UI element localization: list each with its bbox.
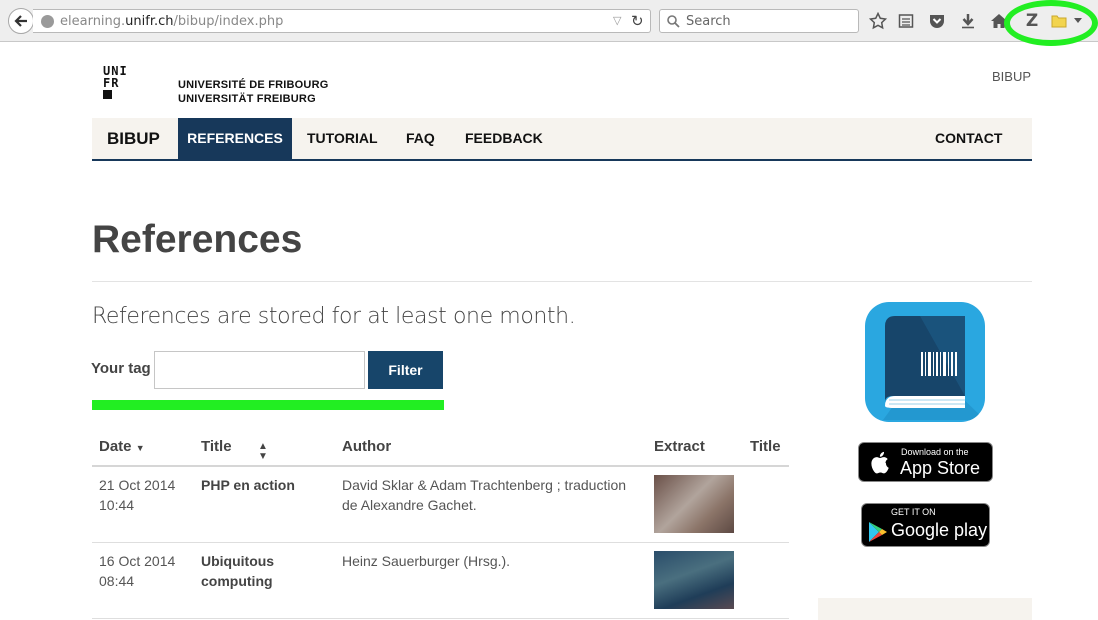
apple-icon — [871, 451, 889, 474]
app-store-big-text: App Store — [900, 458, 981, 478]
row1-title[interactable]: PHP en action — [201, 475, 295, 495]
row2-extract-thumbnail[interactable] — [654, 551, 734, 609]
logo-line-2: FR — [103, 76, 120, 90]
row1-extract-thumbnail[interactable] — [654, 475, 734, 533]
reading-list-icon[interactable] — [896, 11, 916, 31]
google-play-icon — [869, 522, 887, 542]
row1-author: David Sklar & Adam Trachtenberg ; traduc… — [342, 475, 626, 515]
nav-item-references[interactable]: REFERENCES — [178, 118, 292, 159]
google-play-badge[interactable]: GET IT ON Google play — [861, 503, 990, 547]
reload-icon[interactable]: ↻ — [631, 12, 644, 30]
row2-title[interactable]: Ubiquitous computing — [201, 551, 274, 591]
row2-title-line-1: Ubiquitous — [201, 553, 275, 569]
bibup-top-link[interactable]: BIBUP — [992, 69, 1031, 84]
globe-icon — [41, 15, 54, 28]
unifr-logo[interactable]: UNI FR — [103, 65, 128, 99]
bookmark-star-icon[interactable] — [868, 11, 888, 31]
university-name: UNIVERSITÉ DE FRIBOURG UNIVERSITÄT FREIB… — [178, 78, 328, 106]
url-path: /bibup/index.php — [173, 14, 284, 29]
browser-toolbar: elearning.unifr.ch/bibup/index.php ▽ ↻ S… — [0, 0, 1098, 46]
col-header-title[interactable]: Title — [201, 438, 232, 455]
back-arrow-icon — [14, 15, 27, 27]
col-header-date-label: Date — [99, 438, 132, 455]
university-line-1: UNIVERSITÉ DE FRIBOURG — [178, 79, 329, 91]
row1-author-line-2: de Alexandre Gachet. — [342, 497, 477, 513]
main-nav: BIBUP REFERENCES TUTORIAL FAQ FEEDBACK C… — [92, 118, 1032, 161]
university-line-2: UNIVERSITÄT FREIBURG — [178, 93, 316, 105]
filter-button[interactable]: Filter — [368, 351, 443, 389]
highlight-bar — [92, 400, 444, 410]
nav-item-tutorial[interactable]: TUTORIAL — [307, 118, 378, 159]
nav-item-faq[interactable]: FAQ — [406, 118, 435, 159]
row1-date-time: 10:44 — [99, 497, 135, 513]
row-divider — [92, 542, 789, 543]
col-header-author[interactable]: Author — [342, 438, 391, 455]
row2-date: 16 Oct 2014 08:44 — [99, 551, 175, 591]
col-header-extract[interactable]: Extract — [654, 438, 705, 455]
row1-date: 21 Oct 2014 10:44 — [99, 475, 175, 515]
url-bar[interactable]: elearning.unifr.ch/bibup/index.php ▽ ↻ — [33, 9, 651, 33]
history-dropdown-icon[interactable]: ▽ — [613, 14, 621, 27]
nav-item-feedback[interactable]: FEEDBACK — [465, 118, 543, 159]
url-host: unifr.ch — [125, 14, 174, 29]
table-header-divider — [92, 465, 789, 467]
google-play-small-text: GET IT ON — [891, 507, 936, 517]
row2-author: Heinz Sauerburger (Hrsg.). — [342, 553, 511, 569]
intro-text: References are stored for at least one m… — [92, 304, 576, 329]
url-text: elearning.unifr.ch/bibup/index.php — [60, 14, 283, 29]
google-play-big-text: Google play — [891, 520, 988, 540]
col-header-title-2[interactable]: Title — [750, 438, 781, 455]
back-button[interactable] — [8, 8, 34, 34]
download-icon[interactable] — [958, 11, 978, 31]
highlight-ring — [1004, 0, 1098, 46]
app-store-small-text: Download on the — [901, 447, 969, 457]
row-divider — [92, 618, 789, 619]
col-header-date[interactable]: Date ▼ — [99, 438, 145, 455]
nav-item-contact[interactable]: CONTACT — [935, 118, 1002, 159]
row1-author-line-1: David Sklar & Adam Trachtenberg ; traduc… — [342, 477, 627, 493]
search-bar[interactable]: Search — [659, 9, 859, 33]
tag-label: Your tag — [91, 360, 151, 377]
row2-title-line-2: computing — [201, 573, 273, 589]
pocket-icon[interactable] — [927, 11, 947, 31]
row1-date-day: 21 Oct 2014 — [99, 477, 176, 493]
app-store-badge[interactable]: Download on the App Store — [858, 442, 993, 482]
url-prefix: elearning. — [60, 14, 126, 29]
sort-both-icon[interactable]: ▲ ▼ — [258, 442, 268, 462]
search-placeholder: Search — [686, 14, 731, 29]
bibup-app-icon[interactable] — [865, 302, 985, 422]
row2-date-day: 16 Oct 2014 — [99, 553, 176, 569]
nav-brand[interactable]: BIBUP — [107, 118, 160, 159]
logo-square — [103, 90, 112, 99]
sort-down-icon: ▼ — [135, 443, 145, 453]
sidebar-panel — [818, 598, 1032, 620]
page-title: References — [92, 218, 303, 261]
tag-input[interactable] — [154, 351, 365, 389]
search-icon — [667, 15, 680, 28]
book-barcode-icon — [883, 316, 985, 420]
row2-date-time: 08:44 — [99, 573, 135, 589]
col-header-title-label: Title — [201, 438, 232, 455]
divider — [92, 281, 1032, 282]
